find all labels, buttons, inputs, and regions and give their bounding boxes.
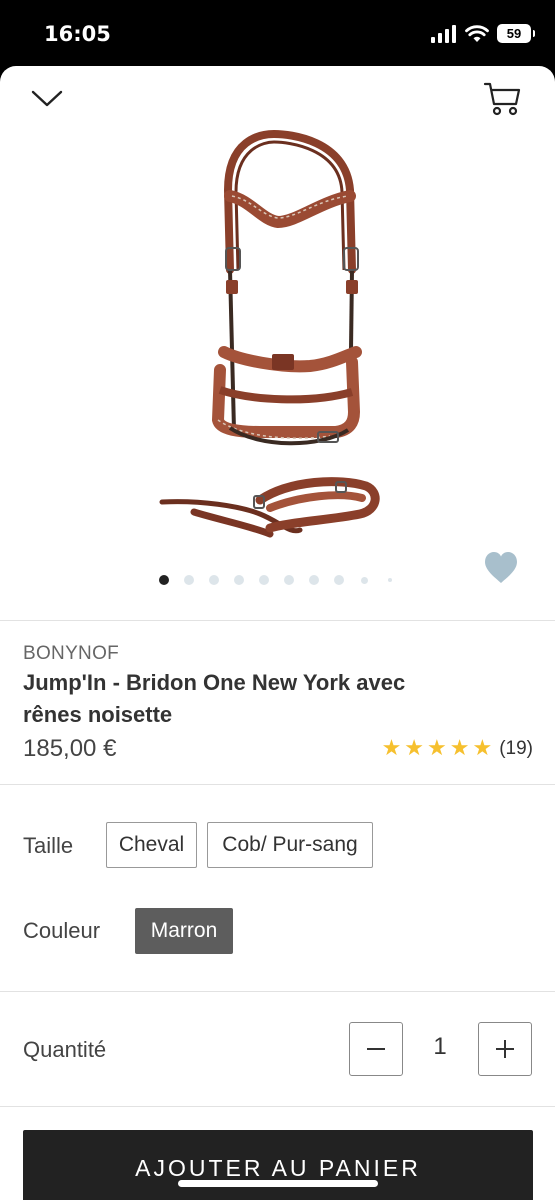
- divider: [0, 991, 555, 992]
- product-brand[interactable]: BONYNOF: [23, 643, 119, 665]
- quantity-label: Quantité: [23, 1037, 107, 1062]
- pagination-dot[interactable]: [184, 575, 194, 585]
- divider: [0, 620, 555, 621]
- plus-icon: [496, 1040, 514, 1058]
- pagination-dot[interactable]: [209, 575, 219, 585]
- quantity-decrease-button[interactable]: [349, 1022, 403, 1076]
- pagination-dot[interactable]: [334, 575, 344, 585]
- cart-button[interactable]: [483, 80, 521, 116]
- quantity-value: 1: [433, 1033, 447, 1060]
- product-title: Jump'In - Bridon One New York avec rênes…: [23, 670, 406, 727]
- product-sheet: BONYNOF Jump'In - Bridon One New York av…: [0, 66, 555, 1200]
- divider: [0, 1106, 555, 1107]
- product-image[interactable]: [140, 130, 400, 550]
- product-price: 185,00 €: [23, 735, 117, 762]
- heart-icon: [485, 552, 517, 583]
- cart-icon: [483, 82, 521, 116]
- color-label: Couleur: [23, 918, 101, 943]
- color-option-marron[interactable]: Marron: [135, 908, 233, 954]
- pagination-dot[interactable]: [284, 575, 294, 585]
- review-count: (19): [499, 737, 533, 759]
- image-pagination: [0, 574, 555, 586]
- pagination-dot[interactable]: [234, 575, 244, 585]
- status-bar: 16:05 59: [0, 0, 555, 68]
- minus-icon: [367, 1048, 385, 1050]
- add-to-cart-button[interactable]: AJOUTER AU PANIER: [23, 1130, 533, 1200]
- signal-icon: [431, 24, 456, 43]
- pagination-dot[interactable]: [361, 577, 368, 584]
- close-button[interactable]: [30, 86, 64, 110]
- size-option-cob-pur-sang[interactable]: Cob/ Pur-sang: [207, 822, 373, 868]
- quantity-increase-button[interactable]: [478, 1022, 532, 1076]
- product-rating[interactable]: ★★★★★ (19): [382, 736, 533, 761]
- battery-icon: 59: [497, 24, 535, 43]
- pagination-dot[interactable]: [309, 575, 319, 585]
- wifi-icon: [465, 24, 489, 42]
- pagination-dot[interactable]: [388, 578, 392, 582]
- status-time: 16:05: [44, 22, 111, 46]
- home-indicator: [178, 1180, 378, 1187]
- pagination-dot[interactable]: [159, 575, 169, 585]
- pagination-dot[interactable]: [259, 575, 269, 585]
- status-icons: 59: [431, 24, 535, 43]
- size-option-cheval[interactable]: Cheval: [106, 822, 197, 868]
- rating-stars: ★★★★★: [381, 736, 496, 761]
- chevron-down-icon: [31, 90, 63, 107]
- favorite-button[interactable]: [483, 550, 519, 586]
- size-label: Taille: [23, 833, 74, 858]
- divider: [0, 784, 555, 785]
